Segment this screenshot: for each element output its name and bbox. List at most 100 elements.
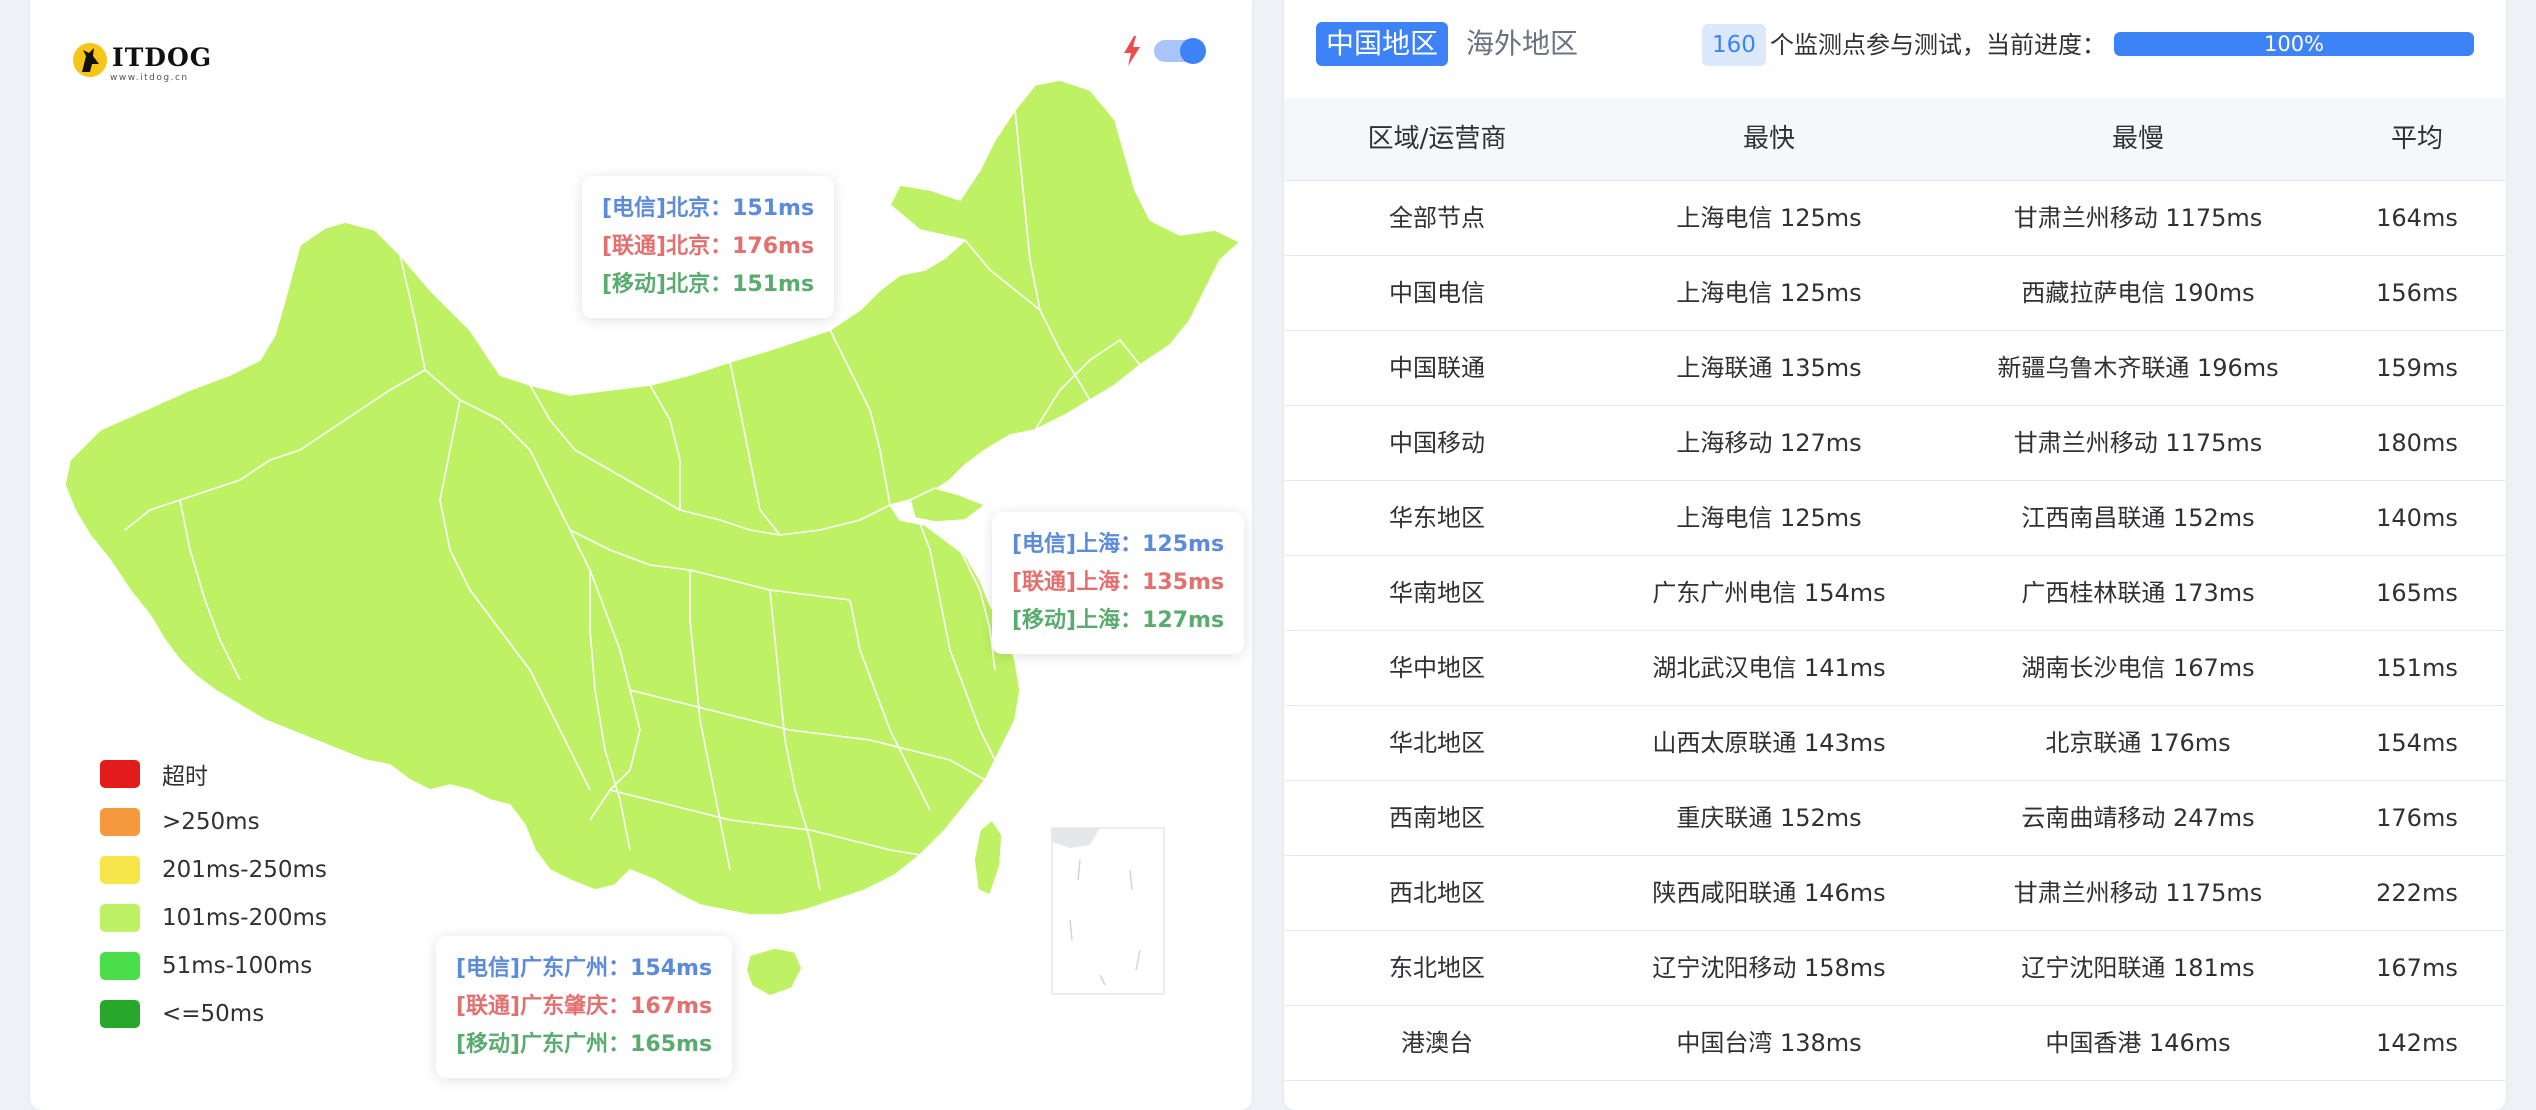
cell-slowest: 甘肃兰州移动 1175ms <box>2013 879 2263 907</box>
cell-region: 中国电信 <box>1389 279 1485 307</box>
table-row[interactable]: 中国移动 上海移动 127ms 甘肃兰州移动 1175ms 180ms <box>1284 406 2506 481</box>
cell-average: 142ms <box>2376 1029 2458 1057</box>
legend-label: 超时 <box>162 764 208 790</box>
cell-region: 全部节点 <box>1389 204 1485 232</box>
cell-region: 西北地区 <box>1389 879 1485 907</box>
over250-swatch <box>100 808 140 836</box>
cell-average: 159ms <box>2376 354 2458 382</box>
tooltip-beijing-mobile: [移动]北京：151ms <box>602 272 815 297</box>
cell-fastest: 湖北武汉电信 141ms <box>1652 654 1886 682</box>
table-row[interactable]: 西南地区 重庆联通 152ms 云南曲靖移动 247ms 176ms <box>1284 781 2506 856</box>
cell-region: 中国移动 <box>1389 429 1485 457</box>
cell-average: 167ms <box>2376 954 2458 982</box>
table-row[interactable]: 华北地区 山西太原联通 143ms 北京联通 176ms 154ms <box>1284 706 2506 781</box>
table-row[interactable]: 全部节点 上海电信 125ms 甘肃兰州移动 1175ms 164ms <box>1284 181 2506 256</box>
cell-region: 东北地区 <box>1389 954 1485 982</box>
monitor-count-badge: 160 <box>1702 24 1766 66</box>
table-header: 区域/运营商 最快 最慢 平均 <box>1284 98 2506 181</box>
tab-china-region[interactable]: 中国地区 <box>1316 22 1449 66</box>
tooltip-shanghai: [电信]上海：125ms [联通]上海：135ms [移动]上海：127ms <box>992 512 1245 654</box>
r201-250-swatch <box>100 856 140 884</box>
table-row[interactable]: 华南地区 广东广州电信 154ms 广西桂林联通 173ms 165ms <box>1284 556 2506 631</box>
cell-average: 176ms <box>2376 804 2458 832</box>
hainan-island[interactable] <box>745 947 803 997</box>
tooltip-shanghai-mobile: [移动]上海：127ms <box>1012 608 1225 633</box>
tooltip-shanghai-telecom: [电信]上海：125ms <box>1012 532 1225 557</box>
cell-fastest: 山西太原联通 143ms <box>1652 729 1886 757</box>
column-header-fastest[interactable]: 最快 <box>1590 98 1948 180</box>
tooltip-guangdong: [电信]广东广州：154ms [联通]广东肇庆：167ms [移动]广东广州：1… <box>436 936 733 1078</box>
column-header-region[interactable]: 区域/运营商 <box>1284 98 1590 180</box>
cell-slowest: 中国香港 146ms <box>2045 1029 2231 1057</box>
table-row[interactable]: 华东地区 上海电信 125ms 江西南昌联通 152ms 140ms <box>1284 481 2506 556</box>
column-header-average[interactable]: 平均 <box>2328 98 2506 180</box>
cell-region: 中国联通 <box>1389 354 1485 382</box>
legend-item-le50[interactable]: <=50ms <box>100 990 327 1038</box>
progress-text: 个监测点参与测试，当前进度： <box>1770 31 2106 59</box>
cell-average: 180ms <box>2376 429 2458 457</box>
cell-slowest: 湖南长沙电信 167ms <box>2021 654 2255 682</box>
table-row[interactable]: 华中地区 湖北武汉电信 141ms 湖南长沙电信 167ms 151ms <box>1284 631 2506 706</box>
south-china-sea-inset <box>1051 827 1165 995</box>
cell-slowest: 北京联通 176ms <box>2045 729 2231 757</box>
tooltip-guangdong-telecom: [电信]广东广州：154ms <box>456 956 713 981</box>
tab-overseas-region[interactable]: 海外地区 <box>1456 22 1588 66</box>
tooltip-beijing: [电信]北京：151ms [联通]北京：176ms [移动]北京：151ms <box>582 176 835 318</box>
table-body: 全部节点 上海电信 125ms 甘肃兰州移动 1175ms 164ms 中国电信 上海电信… <box>1284 181 2506 1081</box>
tooltip-shanghai-unicom: [联通]上海：135ms <box>1012 570 1225 595</box>
cell-fastest: 上海联通 135ms <box>1676 354 1862 382</box>
legend-label: 51ms-100ms <box>162 953 313 979</box>
progress-bar: 100% <box>2114 32 2474 56</box>
tooltip-beijing-unicom: [联通]北京：176ms <box>602 234 815 259</box>
table-row[interactable]: 港澳台 中国台湾 138ms 中国香港 146ms 142ms <box>1284 1006 2506 1081</box>
r51-100-swatch <box>100 952 140 980</box>
cell-region: 华中地区 <box>1389 654 1485 682</box>
r101-200-swatch <box>100 904 140 932</box>
le50-swatch <box>100 1000 140 1028</box>
cell-region: 华南地区 <box>1389 579 1485 607</box>
cell-fastest: 中国台湾 138ms <box>1676 1029 1862 1057</box>
table-row[interactable]: 中国电信 上海电信 125ms 西藏拉萨电信 190ms 156ms <box>1284 256 2506 331</box>
latency-legend: 超时 >250ms 201ms-250ms 101ms-200ms 51ms-1… <box>100 750 327 1038</box>
column-header-slowest[interactable]: 最慢 <box>1948 98 2328 180</box>
cell-average: 164ms <box>2376 204 2458 232</box>
table-row[interactable]: 中国联通 上海联通 135ms 新疆乌鲁木齐联通 196ms 159ms <box>1284 331 2506 406</box>
cell-region: 华东地区 <box>1389 504 1485 532</box>
legend-item-201-250[interactable]: 201ms-250ms <box>100 846 327 894</box>
legend-item-101-200[interactable]: 101ms-200ms <box>100 894 327 942</box>
cell-average: 154ms <box>2376 729 2458 757</box>
cell-slowest: 广西桂林联通 173ms <box>2021 579 2255 607</box>
results-card: 中国地区 海外地区 160 个监测点参与测试，当前进度： 100% 区域/运营商… <box>1284 0 2506 1110</box>
cell-fastest: 上海电信 125ms <box>1676 204 1862 232</box>
cell-slowest: 西藏拉萨电信 190ms <box>2021 279 2255 307</box>
table-row[interactable]: 东北地区 辽宁沈阳移动 158ms 辽宁沈阳联通 181ms 167ms <box>1284 931 2506 1006</box>
cell-average: 156ms <box>2376 279 2458 307</box>
tooltip-guangdong-unicom: [联通]广东肇庆：167ms <box>456 994 713 1019</box>
timeout-swatch <box>100 760 140 788</box>
cell-slowest: 甘肃兰州移动 1175ms <box>2013 204 2263 232</box>
legend-label: 101ms-200ms <box>162 905 327 931</box>
cell-slowest: 辽宁沈阳联通 181ms <box>2021 954 2255 982</box>
cell-fastest: 辽宁沈阳移动 158ms <box>1652 954 1886 982</box>
legend-item-over250[interactable]: >250ms <box>100 798 327 846</box>
cell-fastest: 上海电信 125ms <box>1676 504 1862 532</box>
cell-region: 华北地区 <box>1389 729 1485 757</box>
cell-fastest: 上海移动 127ms <box>1676 429 1862 457</box>
cell-slowest: 甘肃兰州移动 1175ms <box>2013 429 2263 457</box>
cell-fastest: 广东广州电信 154ms <box>1652 579 1886 607</box>
cell-average: 140ms <box>2376 504 2458 532</box>
legend-label: <=50ms <box>162 1001 265 1027</box>
tooltip-guangdong-mobile: [移动]广东广州：165ms <box>456 1032 713 1057</box>
cell-fastest: 重庆联通 152ms <box>1676 804 1862 832</box>
table-row[interactable]: 西北地区 陕西咸阳联通 146ms 甘肃兰州移动 1175ms 222ms <box>1284 856 2506 931</box>
legend-label: 201ms-250ms <box>162 857 327 883</box>
cell-average: 165ms <box>2376 579 2458 607</box>
cell-slowest: 新疆乌鲁木齐联通 196ms <box>1997 354 2279 382</box>
legend-item-51-100[interactable]: 51ms-100ms <box>100 942 327 990</box>
taiwan-island[interactable] <box>973 819 1003 896</box>
legend-item-timeout[interactable]: 超时 <box>100 750 327 798</box>
cell-slowest: 江西南昌联通 152ms <box>2021 504 2255 532</box>
map-card: ITDOG www.itdog.cn [电信]北京：151ms [联通]北京：1… <box>30 0 1252 1110</box>
region-tabs-bar: 中国地区 海外地区 160 个监测点参与测试，当前进度： 100% <box>1284 0 2506 99</box>
cell-fastest: 上海电信 125ms <box>1676 279 1862 307</box>
